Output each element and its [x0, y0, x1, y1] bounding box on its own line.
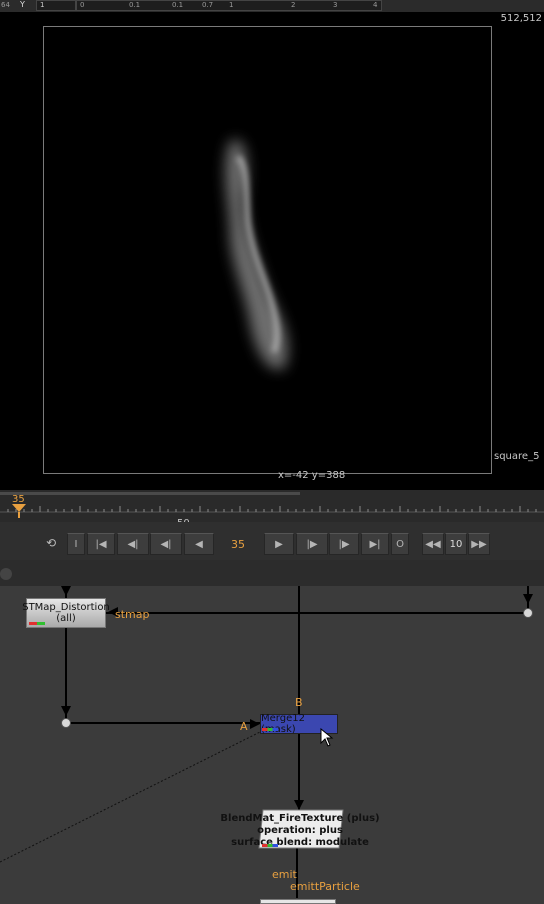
ruler-tick: 4 [373, 1, 378, 9]
blendmat-node[interactable]: BlendMat_FireTexture (plus) operation: p… [200, 813, 400, 849]
clip-left-value: 64 [1, 1, 10, 9]
channel-indicator-icon [29, 622, 45, 625]
format-label: square_5 [494, 451, 540, 462]
rewind-icon[interactable]: ◀◀ [422, 533, 444, 555]
back-increment-icon[interactable]: ◀| [117, 533, 149, 555]
channel-indicator-icon [262, 728, 278, 731]
first-frame-icon[interactable]: |◀ [87, 533, 115, 555]
cached-frames-bar [0, 492, 300, 495]
last-frame-icon[interactable]: ▶| [361, 533, 389, 555]
out-point-button[interactable]: O [391, 533, 409, 555]
input-b-label: B [295, 696, 303, 709]
timeline-ruler[interactable] [0, 502, 544, 522]
gain-ruler[interactable]: 0 0.1 0.1 0.7 1 2 3 4 [76, 0, 382, 11]
channel-label: Y [20, 0, 25, 9]
smoke-image [225, 140, 288, 370]
timeline-bar[interactable]: 35 [0, 490, 544, 522]
in-point-button[interactable]: I [67, 533, 85, 555]
increment-field[interactable]: 10 [445, 533, 467, 555]
prev-keyframe-icon[interactable]: ◀| [150, 533, 182, 555]
ruler-tick: 2 [291, 1, 296, 9]
input-a-label: A [240, 720, 248, 733]
current-frame-field[interactable]: 35 [231, 538, 245, 551]
ruler-tick: 1 [229, 1, 234, 9]
resolution-label: 512,512 [500, 13, 542, 24]
channel-indicator-icon [262, 844, 278, 847]
stmap-input-label: stmap [115, 608, 150, 621]
forward-increment-icon[interactable]: |▶ [329, 533, 359, 555]
mouse-cursor-icon [320, 728, 334, 747]
particle-input-label: emittParticle [290, 880, 360, 893]
ruler-tick: 0 [80, 1, 85, 9]
fast-forward-icon[interactable]: ▶▶ [468, 533, 490, 555]
ruler-tick: 3 [333, 1, 338, 9]
ruler-tick: 0.1 [172, 1, 184, 9]
particle-node-partial[interactable] [260, 899, 336, 904]
play-backward-icon[interactable]: ◀ [184, 533, 214, 555]
channel-value-field[interactable]: 1 [36, 0, 76, 11]
dot-node[interactable] [61, 718, 71, 728]
next-keyframe-icon[interactable]: |▶ [296, 533, 328, 555]
ruler-tick: 0.7 [202, 1, 214, 9]
viewer-canvas[interactable]: 512,512 square_5 x=-42 y=388 [0, 12, 544, 490]
dot-node[interactable] [523, 608, 533, 618]
play-forward-icon[interactable]: ▶ [264, 533, 294, 555]
ruler-tick: 0.1 [129, 1, 141, 9]
pixel-coordinates: x=-42 y=388 [278, 470, 346, 481]
camera-settings-icon[interactable]: ⟲ [40, 536, 62, 552]
